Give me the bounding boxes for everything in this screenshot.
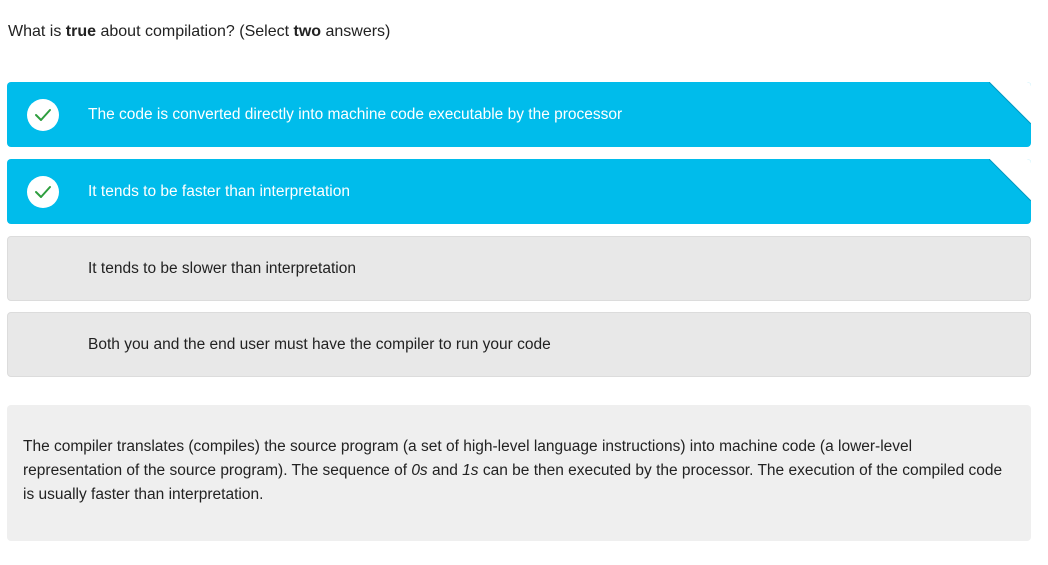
corner-fold-icon <box>989 159 1031 201</box>
explanation-text-2: and <box>427 462 463 479</box>
corner-fold-icon <box>989 82 1031 124</box>
explanation-panel: The compiler translates (compiles) the s… <box>7 405 1031 541</box>
question-part-1: What is <box>8 23 66 40</box>
check-icon <box>27 98 59 131</box>
question-part-3: answers) <box>321 23 391 40</box>
answer-option-4[interactable]: Both you and the end user must have the … <box>7 312 1031 377</box>
explanation-zeros: 0s <box>411 462 428 479</box>
answer-option-4-label: Both you and the end user must have the … <box>88 335 551 353</box>
answer-option-2-label: It tends to be faster than interpretatio… <box>88 182 350 200</box>
answer-option-3[interactable]: It tends to be slower than interpretatio… <box>7 236 1031 301</box>
question-emphasis-true: true <box>65 23 97 40</box>
answer-option-2[interactable]: It tends to be faster than interpretatio… <box>7 159 1031 224</box>
answer-option-1-label: The code is converted directly into mach… <box>88 105 623 123</box>
question-part-2: about compilation? (Select <box>96 23 294 40</box>
answer-option-1[interactable]: The code is converted directly into mach… <box>7 82 1031 147</box>
question-emphasis-two: two <box>293 23 322 40</box>
explanation-ones: 1s <box>462 462 479 479</box>
question-text: What is true about compilation? (Select … <box>8 22 390 42</box>
answer-option-3-label: It tends to be slower than interpretatio… <box>88 259 356 277</box>
check-icon <box>27 175 59 208</box>
